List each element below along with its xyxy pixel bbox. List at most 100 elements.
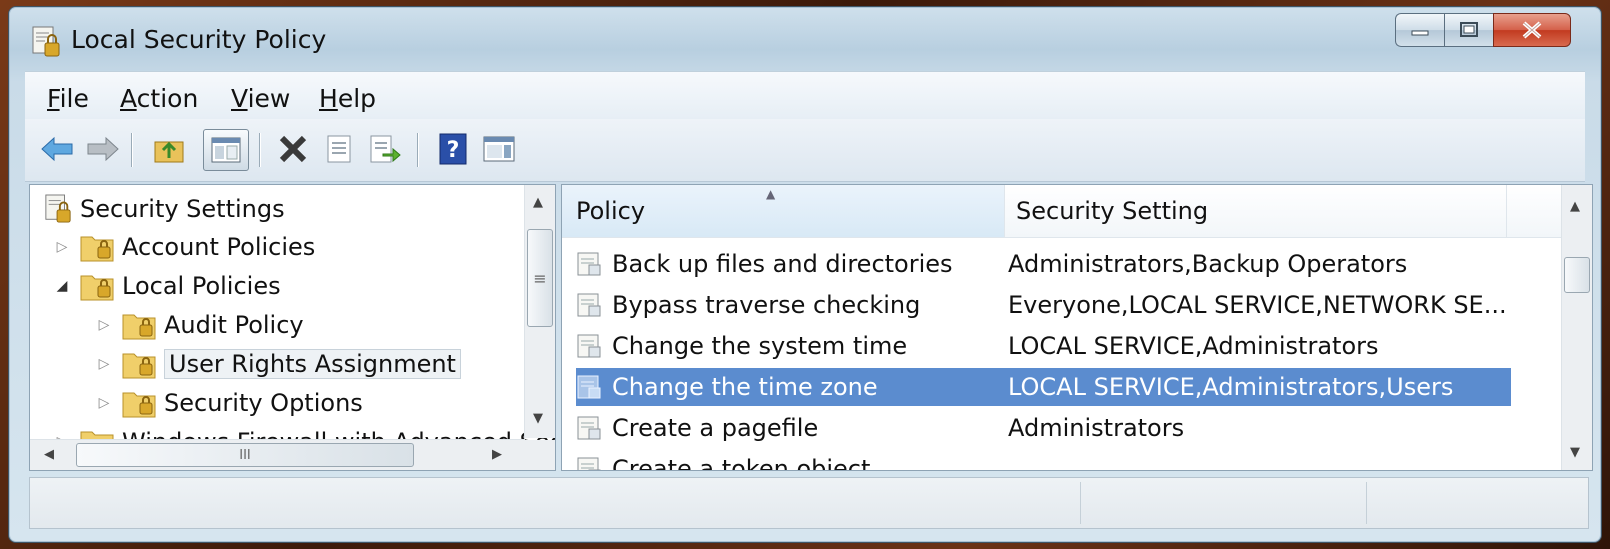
expand-arrow-icon[interactable]: ▷ <box>94 395 114 411</box>
policy-item-icon <box>577 457 601 470</box>
security-settings-icon <box>45 194 71 223</box>
menu-action-accelerator: A <box>120 84 137 113</box>
help-icon: ? <box>439 133 467 165</box>
tree-vertical-scrollbar[interactable]: ▲ ≡ ▼ <box>524 185 555 438</box>
help-button[interactable]: ? <box>435 131 471 167</box>
scroll-down-icon[interactable]: ▼ <box>533 411 543 426</box>
minimize-button[interactable] <box>1395 13 1444 47</box>
export-list-button[interactable] <box>367 131 403 167</box>
collapse-arrow-icon[interactable]: ◢ <box>52 278 72 294</box>
table-row[interactable]: Create a pagefile Administrators <box>576 409 1511 447</box>
toolbar: ? <box>25 119 1585 182</box>
tree-label: User Rights Assignment <box>164 349 461 379</box>
policy-name: Back up files and directories <box>612 250 953 278</box>
scroll-up-icon[interactable]: ▲ <box>1570 199 1580 214</box>
column-header-policy[interactable]: Policy ▲ <box>562 185 1005 237</box>
back-button[interactable] <box>39 131 75 167</box>
show-hide-tree-button[interactable] <box>203 129 249 171</box>
table-row[interactable]: Bypass traverse checking Everyone,LOCAL … <box>576 286 1511 324</box>
properties-button[interactable] <box>321 131 357 167</box>
tree-hscroll-thumb[interactable]: III <box>76 443 414 467</box>
expand-arrow-icon[interactable]: ▷ <box>94 317 114 333</box>
action-pane-icon <box>483 136 515 162</box>
scroll-corner <box>525 440 555 470</box>
menu-action-label: ction <box>136 84 199 113</box>
menu-help-accelerator: H <box>319 84 338 113</box>
expand-arrow-icon[interactable]: ▷ <box>52 239 72 255</box>
forward-button[interactable] <box>85 131 121 167</box>
console-tree-pane[interactable]: Security Settings ▷ Account Policies ◢ L… <box>29 184 556 471</box>
svg-text:?: ? <box>447 138 460 163</box>
policy-folder-icon <box>122 392 156 418</box>
delete-button[interactable] <box>275 131 311 167</box>
policy-folder-icon <box>80 275 114 301</box>
menu-action[interactable]: Action <box>120 84 198 113</box>
policy-item-icon <box>577 416 601 440</box>
scroll-down-icon[interactable]: ▼ <box>1570 445 1580 460</box>
policy-item-icon <box>577 375 601 399</box>
menu-view[interactable]: View <box>231 84 290 113</box>
forward-icon <box>87 136 119 162</box>
tree-root-security-settings[interactable]: Security Settings <box>44 191 285 227</box>
policy-folder-icon <box>122 314 156 340</box>
toolbar-separator <box>417 133 419 167</box>
tree-item-account-policies[interactable]: ▷ Account Policies <box>52 229 315 265</box>
list-vertical-scrollbar[interactable]: ▲ ▼ <box>1561 185 1592 470</box>
status-divider <box>1080 482 1081 524</box>
list-vscroll-thumb[interactable] <box>1564 257 1590 293</box>
tree-label: Audit Policy <box>164 311 304 339</box>
maximize-button[interactable] <box>1444 13 1493 47</box>
menu-help-label: elp <box>337 84 377 113</box>
tree-item-user-rights-assignment[interactable]: ▷ User Rights Assignment <box>94 346 461 382</box>
window-controls <box>1395 13 1571 47</box>
tree-item-security-options[interactable]: ▷ Security Options <box>94 385 363 421</box>
back-icon <box>41 136 73 162</box>
scroll-right-icon[interactable]: ▶ <box>492 447 502 462</box>
close-button[interactable] <box>1493 13 1571 47</box>
scroll-up-icon[interactable]: ▲ <box>533 195 543 210</box>
delete-icon <box>279 135 307 163</box>
toolbar-separator <box>259 133 261 167</box>
policy-item-icon <box>577 334 601 358</box>
menu-file[interactable]: File <box>47 84 89 113</box>
security-setting: Administrators <box>1008 414 1185 442</box>
minimize-icon <box>1411 30 1429 36</box>
tree-item-audit-policy[interactable]: ▷ Audit Policy <box>94 307 304 343</box>
up-level-button[interactable] <box>151 131 187 167</box>
tree-label: Local Policies <box>122 272 281 300</box>
status-divider <box>1366 482 1367 524</box>
security-setting: Administrators,Backup Operators <box>1008 250 1408 278</box>
policy-folder-icon <box>80 236 114 262</box>
show-hide-tree-icon <box>211 137 241 163</box>
policy-list-pane[interactable]: Policy ▲ Security Setting Back up files … <box>561 184 1593 471</box>
sort-ascending-icon: ▲ <box>766 187 776 201</box>
table-row-selected[interactable]: Change the time zone LOCAL SERVICE,Admin… <box>576 368 1511 406</box>
policy-name: Create a pagefile <box>612 414 819 442</box>
expand-arrow-icon[interactable]: ▷ <box>94 356 114 372</box>
tree-item-local-policies[interactable]: ◢ Local Policies <box>52 268 281 304</box>
up-folder-icon <box>154 141 184 163</box>
security-setting: Everyone,LOCAL SERVICE,NETWORK SE... <box>1008 291 1507 319</box>
tree-label: Account Policies <box>122 233 316 261</box>
column-header-security-setting[interactable]: Security Setting <box>1004 185 1507 237</box>
column-header-policy-label: Policy <box>576 197 646 225</box>
column-header-setting-label: Security Setting <box>1016 197 1209 225</box>
policy-item-icon <box>577 252 601 276</box>
title-bar[interactable]: Local Security Policy <box>9 7 1601 67</box>
table-row[interactable]: Change the system time LOCAL SERVICE,Adm… <box>576 327 1511 365</box>
menu-bar: File Action View Help <box>25 71 1585 120</box>
menu-help[interactable]: Help <box>319 84 376 113</box>
action-pane-button[interactable] <box>481 131 517 167</box>
table-row[interactable]: Create a token object <box>576 450 1511 471</box>
tree-label: Security Settings <box>80 195 285 223</box>
tree-horizontal-scrollbar[interactable]: ◀ III ▶ <box>30 439 525 470</box>
maximize-icon <box>1460 22 1478 37</box>
tree-vscroll-thumb[interactable]: ≡ <box>527 229 553 327</box>
policy-name: Create a token object <box>612 455 871 471</box>
tree-label: Security Options <box>164 389 363 417</box>
local-security-policy-window: Local Security Policy File Action View H… <box>8 6 1602 543</box>
scroll-left-icon[interactable]: ◀ <box>44 447 54 462</box>
policy-name: Change the system time <box>612 332 908 360</box>
table-row[interactable]: Back up files and directories Administra… <box>576 245 1511 283</box>
close-icon <box>1522 21 1542 39</box>
